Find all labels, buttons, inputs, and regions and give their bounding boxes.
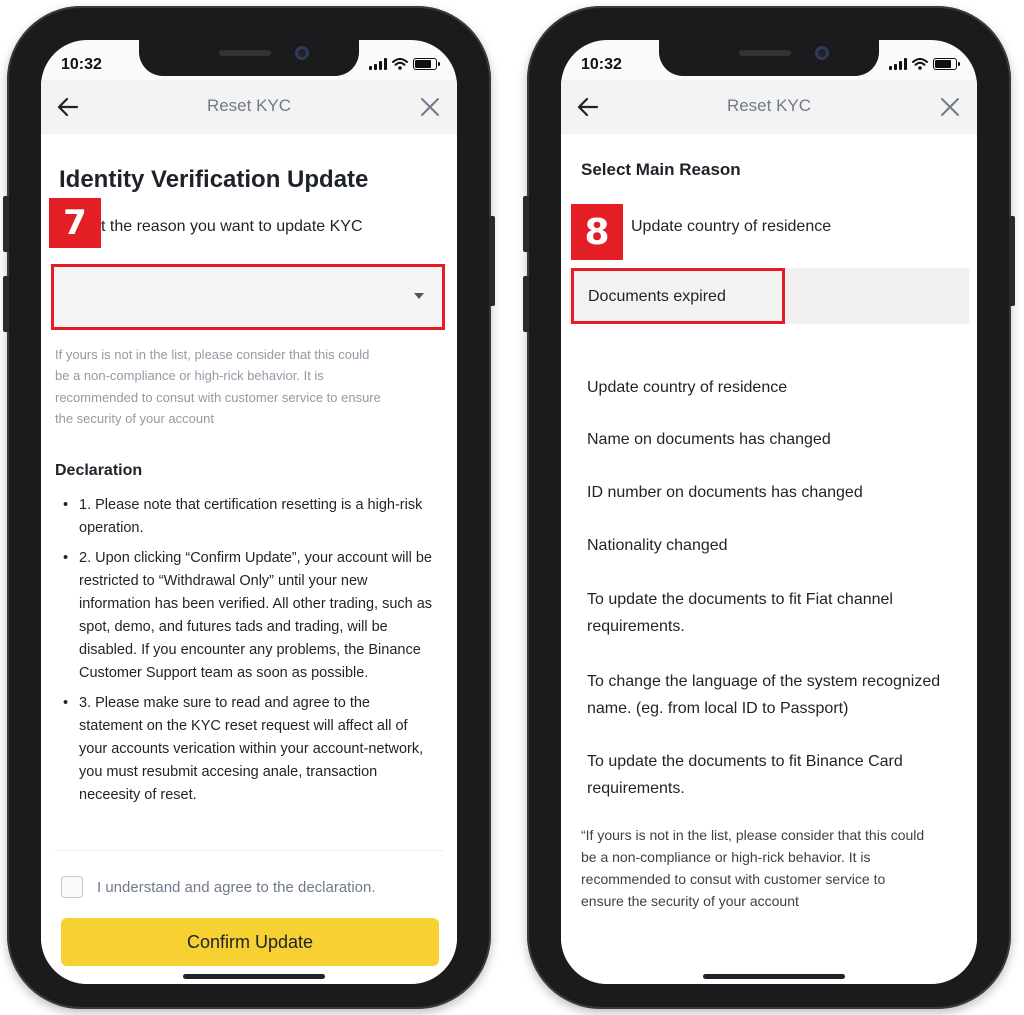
wifi-icon [392,58,408,70]
phone-frame-right: 10:32 Reset KYC Select Main Reason 8 Upd… [523,6,1015,1009]
select-label: t the reason you want to update KYC [101,218,363,235]
header-title: Reset KYC [206,96,292,115]
content-area: Identity Verification Update 7 t the rea… [41,134,457,984]
hint-text: recommended to consut with customer serv… [55,390,381,405]
status-icons [369,58,440,70]
home-indicator [703,974,845,979]
speaker [739,50,791,56]
phone-frame-left: 10:32 Reset KYC Identity Verification Up… [3,6,495,1009]
declaration-item: 2. Upon clicking “Confirm Update”, your … [63,547,437,685]
agree-text: I understand and agree to the declaratio… [97,878,376,896]
side-button [523,196,529,252]
step-badge: 7 [49,198,101,248]
option-item[interactable]: To update the documents to fit Fiat chan… [587,586,947,640]
option-item[interactable]: Nationality changed [587,532,975,559]
confirm-update-button[interactable]: Confirm Update [61,918,439,966]
option-item[interactable]: Update country of residence [587,374,975,401]
status-time: 10:32 [581,56,622,73]
header-bar: Reset KYC [41,80,457,134]
declaration-title: Declaration [55,462,143,479]
note-line: ensure the security of your account [581,893,799,909]
note-line: recommended to consut with customer serv… [581,871,886,887]
option-label: Documents expired [588,288,726,305]
declaration-list: 1. Please note that certification resett… [63,494,437,814]
close-icon[interactable] [937,94,963,120]
reason-list-area: Select Main Reason 8 Update country of r… [561,134,977,984]
side-button [523,276,529,332]
battery-icon [413,58,440,70]
header-bar: Reset KYC [561,80,977,134]
reason-dropdown[interactable] [51,264,445,330]
side-button [1009,216,1015,306]
home-indicator [183,974,325,979]
status-time: 10:32 [61,56,102,73]
close-icon[interactable] [417,94,443,120]
side-button [3,196,9,252]
hint-text: be a non-compliance or high-rick behavio… [55,368,324,383]
agree-checkbox[interactable] [61,876,83,898]
side-button [489,216,495,306]
page-title: Identity Verification Update [59,166,369,193]
agree-row: I understand and agree to the declaratio… [61,876,376,898]
side-button [3,276,9,332]
screen-left: 10:32 Reset KYC Identity Verification Up… [41,40,457,984]
battery-icon [933,58,960,70]
screen-right: 10:32 Reset KYC Select Main Reason 8 Upd… [561,40,977,984]
speaker [219,50,271,56]
hint-text: the security of your account [55,411,214,426]
status-icons [889,58,960,70]
camera [815,46,829,60]
option-item[interactable]: To change the language of the system rec… [587,668,977,722]
declaration-item: 3. Please make sure to read and agree to… [63,692,437,807]
option-item[interactable]: Update country of residence [631,218,831,236]
section-title: Select Main Reason [581,160,741,179]
note-text: “If yours is not in the list, please con… [581,824,971,912]
divider [55,850,443,851]
caret-down-icon [414,293,424,299]
declaration-item: 1. Please note that certification resett… [63,494,437,540]
option-item[interactable]: Name on documents has changed [587,426,975,453]
notch [659,40,879,76]
signal-icon [889,58,907,70]
header-title: Reset KYC [726,96,812,115]
step-badge: 8 [571,204,623,260]
hint-text: If yours is not in the list, please cons… [55,347,370,362]
signal-icon [369,58,387,70]
note-line: “If yours is not in the list, please con… [581,827,925,843]
wifi-icon [912,58,928,70]
option-item[interactable]: ID number on documents has changed [587,479,975,506]
option-item[interactable]: To update the documents to fit Binance C… [587,748,957,802]
notch [139,40,359,76]
camera [295,46,309,60]
note-line: be a non-compliance or high-rick behavio… [581,849,871,865]
